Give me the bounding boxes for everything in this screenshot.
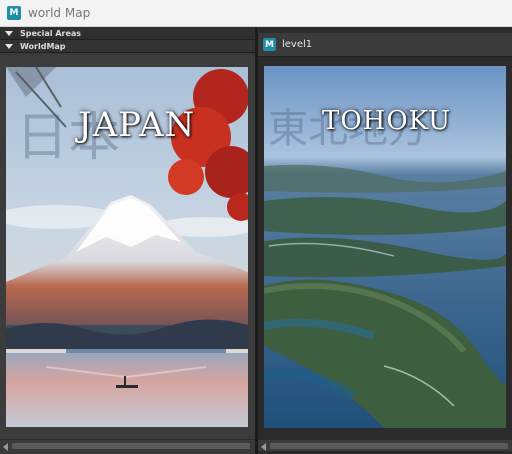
window-title: world Map (28, 6, 91, 20)
scrollbar-thumb[interactable] (12, 443, 250, 449)
section-label: Special Areas (20, 28, 82, 38)
japan-title: JAPAN (78, 105, 196, 145)
expand-triangle-icon[interactable] (5, 43, 13, 49)
section-label: WorldMap (20, 41, 66, 51)
worldmap-content: 日本 JAPAN (0, 55, 255, 439)
scrollbar-thumb[interactable] (270, 443, 508, 449)
tohoku-title: TOHOKU (322, 106, 452, 136)
app-icon: M (7, 6, 21, 20)
scroll-left-arrow-icon[interactable] (3, 443, 8, 451)
section-worldmap[interactable]: WorldMap (0, 40, 255, 53)
left-horizontal-scrollbar[interactable] (0, 439, 255, 451)
japan-image[interactable]: 日本 JAPAN (6, 67, 248, 427)
tohoku-image[interactable]: 東北地方 TOHOKU (264, 66, 506, 428)
expand-triangle-icon[interactable] (5, 30, 13, 36)
window-titlebar: M world Map (0, 0, 512, 27)
scroll-left-arrow-icon[interactable] (261, 443, 266, 451)
right-panel: M level1 東北地方 TOHOKU (257, 33, 512, 454)
right-horizontal-scrollbar[interactable] (258, 439, 512, 451)
section-special-areas[interactable]: Special Areas (0, 27, 255, 40)
level-icon: M (263, 38, 276, 51)
left-panel: Special Areas WorldMap 日本 JAPAN (0, 27, 255, 454)
tab-label: level1 (282, 39, 313, 50)
tab-level1[interactable]: M level1 (258, 33, 512, 57)
